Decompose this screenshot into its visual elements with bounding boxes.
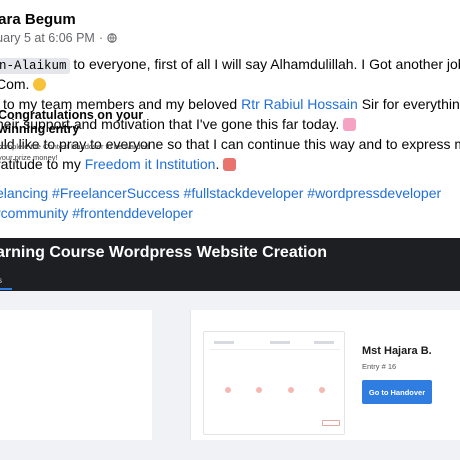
globe-icon[interactable]: [107, 33, 117, 43]
contest-title: arning Course Wordpress Website Creation: [0, 244, 328, 261]
active-tab-indicator: [0, 288, 12, 290]
hashtag-line-2[interactable]: rcommunity #frontenddeveloper: [0, 203, 460, 223]
congrats-card: [0, 310, 152, 440]
thumbnail-nav-dot: [270, 341, 290, 344]
entry-thumbnail: [203, 331, 345, 435]
post-line-1-text: to everyone, first of all I will say Alh…: [69, 56, 460, 72]
hashtag-line-1[interactable]: elancing #FreelancerSuccess #fullstackde…: [0, 183, 460, 203]
post-line-1: n-Alaikum to everyone, first of all I wi…: [0, 54, 460, 74]
post-line-3-after: Sir for everything;: [361, 96, 460, 112]
thumbnail-nav: [210, 338, 340, 350]
thumbnail-step: [247, 387, 271, 403]
mention-link[interactable]: Rtr Rabiul Hossain: [241, 96, 358, 112]
congrats-title: Congratulations on your winning entry: [0, 108, 144, 136]
facebook-post: jara Begum ruary 5 at 6:06 PM · n-Alaiku…: [0, 0, 460, 460]
thumbnail-button: [322, 420, 340, 426]
smile-emoji-icon: [33, 78, 47, 91]
entry-number: Entry # 16: [362, 362, 397, 371]
heart-gift-emoji-icon: [223, 158, 237, 171]
greeting-code: n-Alaikum: [0, 58, 70, 74]
heart-emoji-icon: [343, 118, 357, 131]
thumbnail-nav-dot: [314, 341, 334, 344]
thumbnail-step: [279, 387, 303, 403]
meta-separator: ·: [98, 31, 103, 45]
post-line-2-text: Com.: [0, 76, 30, 92]
post-meta: ruary 5 at 6:06 PM ·: [0, 31, 117, 45]
thumbnail-step: [310, 387, 334, 403]
go-to-handover-button[interactable]: Go to Handover: [362, 380, 432, 404]
entry-name: Mst Hajara B.: [362, 345, 432, 357]
congrats-text: complete the Contest Handover to be ward…: [0, 142, 149, 162]
contest-tab: s: [0, 276, 2, 285]
post-line-6-after: .: [215, 156, 220, 172]
post-timestamp[interactable]: ruary 5 at 6:06 PM: [0, 31, 95, 45]
thumbnail-step: [216, 387, 240, 403]
thumbnail-nav-dot: [214, 341, 234, 344]
thumbnail-steps: [216, 387, 334, 403]
hashtags: elancing #FreelancerSuccess #fullstackde…: [0, 183, 460, 223]
post-line-2: Com.: [0, 74, 460, 94]
post-author-name[interactable]: jara Begum: [0, 11, 76, 28]
